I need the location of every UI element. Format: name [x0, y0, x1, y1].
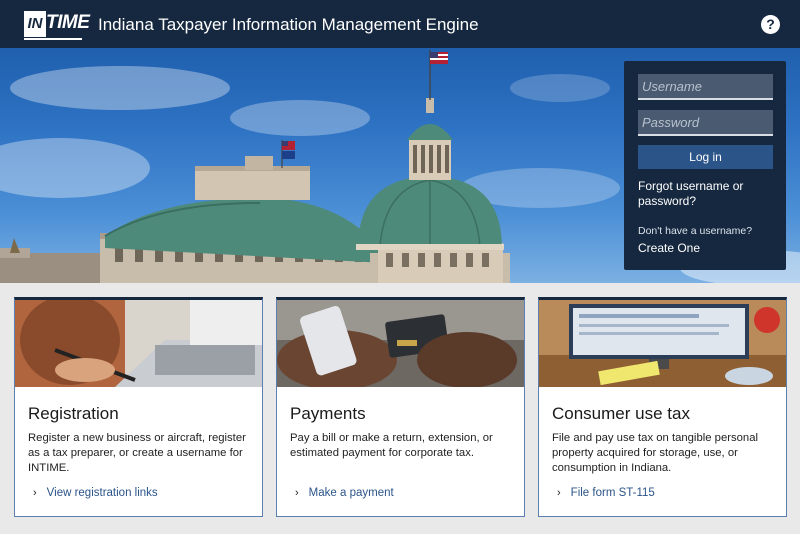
registration-photo — [15, 300, 262, 387]
registration-link[interactable]: › View registration links — [33, 487, 158, 499]
logo-underline — [24, 38, 82, 40]
logo-time-text: TIME — [46, 12, 90, 33]
payments-card: Payments Pay a bill or make a return, ex… — [276, 297, 525, 517]
payments-card-title: Payments — [290, 404, 366, 423]
consumer-use-tax-link[interactable]: › File form ST-115 — [557, 487, 655, 499]
logo-in-mark: IN — [24, 11, 46, 37]
create-account-link[interactable]: Create One — [638, 241, 700, 255]
chevron-right-icon: › — [557, 487, 561, 499]
chevron-right-icon: › — [33, 487, 37, 499]
intime-logo[interactable]: IN TIME — [24, 9, 90, 41]
payments-link[interactable]: › Make a payment — [295, 487, 394, 499]
no-username-text: Don't have a username? — [638, 225, 753, 237]
login-panel: Log in Forgot username or password? Don'… — [624, 61, 786, 270]
consumer-use-tax-link-label[interactable]: File form ST-115 — [571, 487, 655, 499]
registration-card-title: Registration — [28, 404, 119, 423]
chevron-right-icon: › — [295, 487, 299, 499]
consumer-use-tax-photo — [539, 300, 786, 387]
username-input[interactable] — [638, 74, 773, 100]
registration-card: Registration Register a new business or … — [14, 297, 263, 517]
password-input[interactable] — [638, 110, 773, 136]
consumer-use-tax-card: Consumer use tax File and pay use tax on… — [538, 297, 787, 517]
consumer-use-tax-card-description: File and pay use tax on tangible persona… — [552, 432, 758, 474]
top-header: IN TIME Indiana Taxpayer Information Man… — [0, 0, 800, 48]
registration-card-description: Register a new business or aircraft, reg… — [28, 432, 246, 474]
consumer-use-tax-card-title: Consumer use tax — [552, 404, 690, 423]
registration-link-label[interactable]: View registration links — [47, 487, 158, 499]
login-button[interactable]: Log in — [638, 145, 773, 169]
forgot-username-link[interactable]: Forgot username or password? — [638, 179, 778, 209]
payments-card-description: Pay a bill or make a return, extension, … — [290, 432, 493, 459]
help-icon[interactable]: ? — [761, 15, 780, 34]
payments-link-label[interactable]: Make a payment — [309, 487, 394, 499]
app-title: Indiana Taxpayer Information Management … — [98, 15, 479, 34]
payments-photo — [277, 300, 524, 387]
